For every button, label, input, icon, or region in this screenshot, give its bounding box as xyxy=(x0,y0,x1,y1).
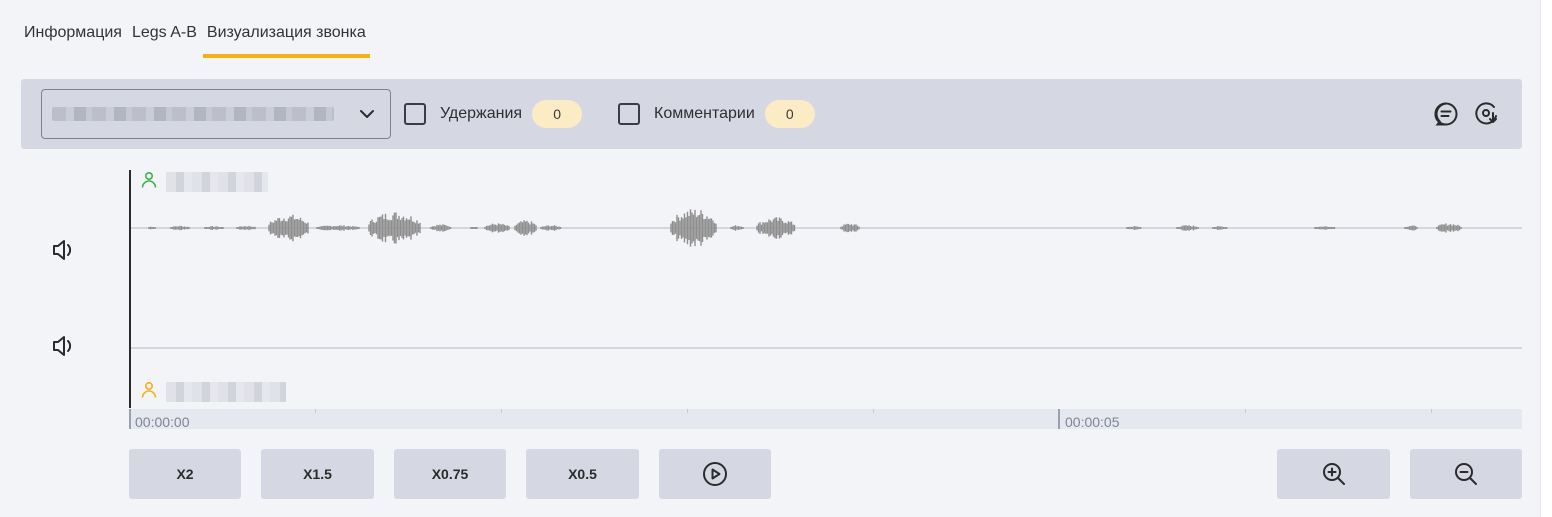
zoom-in-button[interactable] xyxy=(1277,449,1390,499)
zoom-out-button[interactable] xyxy=(1410,449,1522,499)
visualization-toolbar: Удержания 0 Комментарии 0 xyxy=(21,79,1522,149)
comments-label: Комментарии xyxy=(654,105,755,122)
tab-call-visualization[interactable]: Визуализация звонка xyxy=(202,22,370,58)
speed-x1-5-button[interactable]: X1.5 xyxy=(261,449,374,499)
tab-bar: Информация Legs A-B Визуализация звонка xyxy=(24,22,380,60)
tab-information[interactable]: Информация xyxy=(24,22,122,58)
speaker-b-name-blurred xyxy=(166,382,286,402)
play-button[interactable] xyxy=(659,449,771,499)
holds-filter: Удержания 0 xyxy=(404,100,583,128)
timeline-tick xyxy=(1431,409,1432,413)
holds-checkbox[interactable] xyxy=(404,103,426,125)
track-b-baseline xyxy=(131,347,1522,349)
zoom-out-icon xyxy=(1455,463,1477,485)
volume-icon[interactable] xyxy=(51,237,77,263)
timeline-tick xyxy=(1245,409,1246,413)
timeline-tick xyxy=(501,409,502,413)
record-download-icon[interactable] xyxy=(1474,101,1500,127)
comments-filter: Комментарии 0 xyxy=(618,100,815,128)
call-select-dropdown[interactable] xyxy=(41,89,391,139)
speaker-a-name-blurred xyxy=(166,172,268,192)
comment-icon[interactable] xyxy=(1433,101,1459,127)
play-icon xyxy=(703,462,727,486)
timeline-major-tick xyxy=(129,409,131,429)
tab-legs-ab[interactable]: Legs A-B xyxy=(132,22,197,58)
speaker-b-icon xyxy=(141,381,157,398)
timeline-major-tick xyxy=(1058,409,1060,429)
speaker-a-icon xyxy=(141,171,157,188)
waveform-track-a[interactable] xyxy=(131,198,1522,258)
speed-x2-button[interactable]: X2 xyxy=(129,449,241,499)
comments-checkbox[interactable] xyxy=(618,103,640,125)
chevron-down-icon xyxy=(360,110,374,118)
timeline-ruler[interactable]: 00:00:00 00:00:05 xyxy=(129,409,1522,430)
zoom-in-icon xyxy=(1322,463,1345,485)
timeline-label-5s: 00:00:05 xyxy=(1065,414,1120,430)
speed-x0-75-button[interactable]: X0.75 xyxy=(394,449,506,499)
holds-count-badge: 0 xyxy=(532,100,583,128)
timeline-tick xyxy=(687,409,688,413)
timeline-label-start: 00:00:00 xyxy=(135,414,190,430)
speed-x0-5-button[interactable]: X0.5 xyxy=(526,449,639,499)
timeline-tick xyxy=(315,409,316,413)
call-select-value-blurred xyxy=(52,107,334,121)
right-panel-edge xyxy=(1540,0,1552,517)
volume-icon[interactable] xyxy=(51,333,77,359)
timeline-tick xyxy=(873,409,874,413)
holds-label: Удержания xyxy=(440,105,523,122)
comments-count-badge: 0 xyxy=(764,100,815,128)
